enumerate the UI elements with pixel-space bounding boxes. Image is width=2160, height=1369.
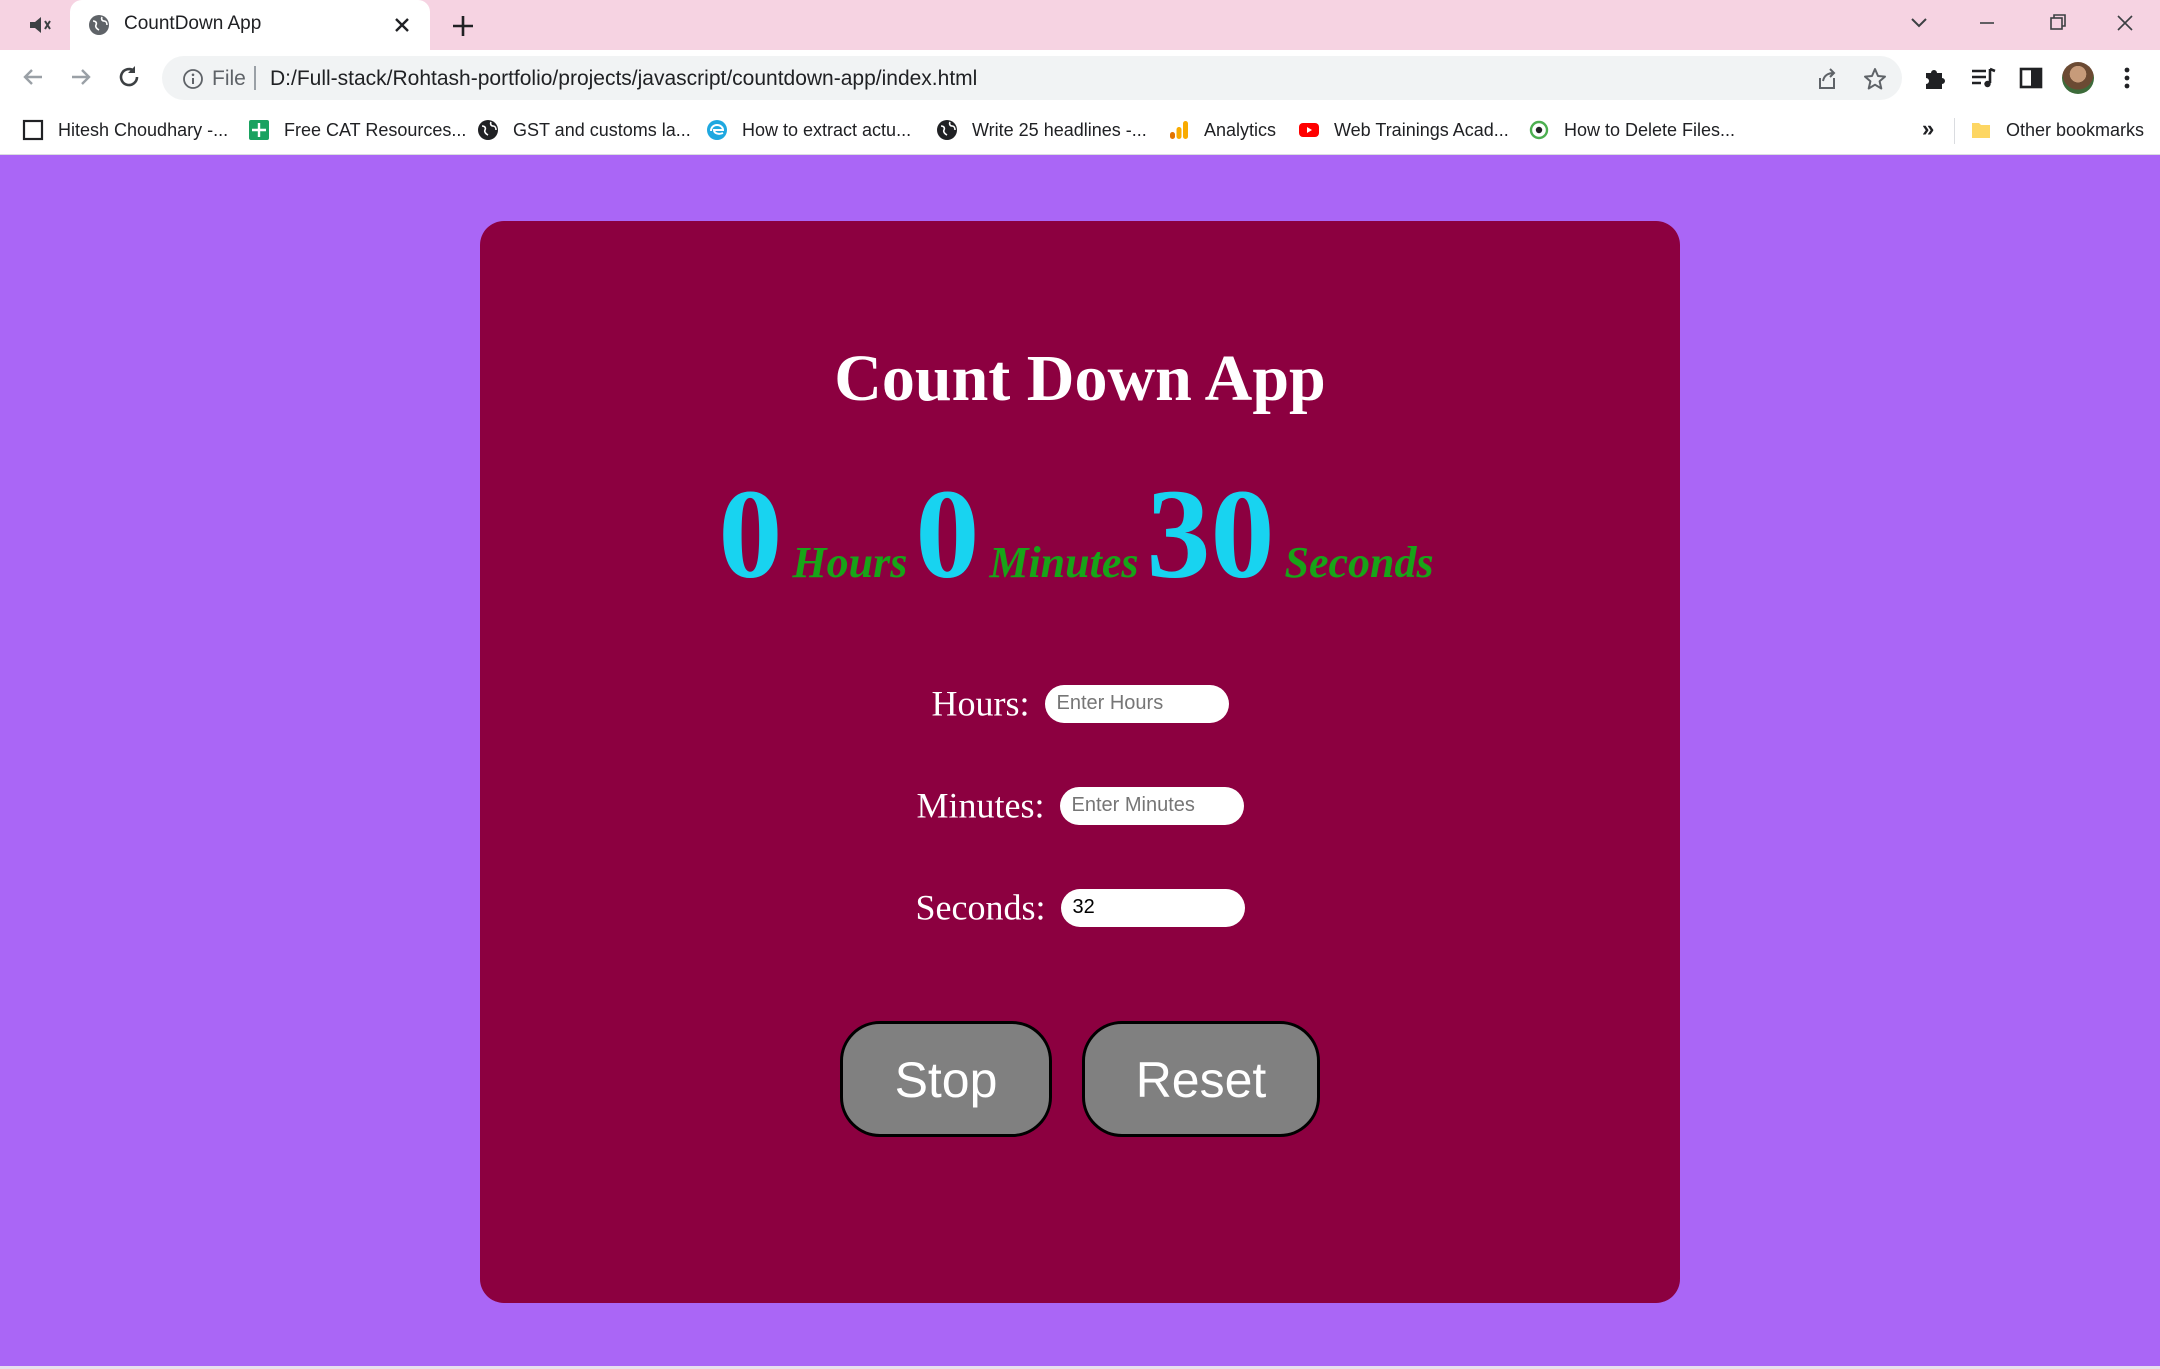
hours-unit-label: Hours <box>792 538 908 587</box>
active-tab[interactable]: CountDown App <box>70 0 430 50</box>
page-background: Count Down App 0 Hours0 Minutes30 Seconds H… <box>0 155 2160 1369</box>
bookmark-item[interactable]: Write 25 headlines -... <box>936 114 1147 146</box>
bookmarks-separator <box>1954 118 1955 144</box>
app-title: Count Down App <box>834 342 1326 415</box>
globe-icon <box>89 15 109 35</box>
checkbox-icon <box>22 119 44 141</box>
address-separator <box>254 66 256 90</box>
hours-field-row: Hours: <box>480 679 1680 725</box>
reset-button[interactable]: Reset <box>1082 1021 1320 1137</box>
hours-field-label: Hours: <box>931 683 1030 724</box>
info-icon[interactable] <box>182 68 204 90</box>
new-tab-icon[interactable] <box>450 13 476 39</box>
countdown-card: Count Down App 0 Hours0 Minutes30 Seconds H… <box>480 221 1680 1303</box>
restore-icon[interactable] <box>2042 10 2072 36</box>
other-bookmarks-label: Other bookmarks <box>2006 119 2145 140</box>
other-bookmarks-folder[interactable]: Other bookmarks <box>1970 114 2144 146</box>
folder-icon <box>1972 123 1990 138</box>
media-playlist-icon[interactable] <box>1968 63 1998 93</box>
hours-value: 0 <box>718 463 783 605</box>
minutes-field-label: Minutes: <box>916 785 1045 826</box>
bookmark-item[interactable]: How to Delete Files... <box>1528 114 1735 146</box>
bookmark-item[interactable]: Analytics <box>1168 114 1276 146</box>
seconds-unit-label: Seconds <box>1284 538 1434 587</box>
globe-icon <box>478 120 498 140</box>
target-icon <box>1529 120 1549 140</box>
tab-title: CountDown App <box>124 13 262 34</box>
extensions-puzzle-icon[interactable] <box>1920 63 1950 93</box>
minutes-value: 0 <box>915 463 980 605</box>
bookmark-label: How to Delete Files... <box>1564 119 1736 140</box>
youtube-icon <box>1299 123 1319 137</box>
minutes-field-row: Minutes: <box>480 781 1680 827</box>
bookmark-item[interactable]: Free CAT Resources... <box>248 114 466 146</box>
side-panel-icon[interactable] <box>2016 63 2046 93</box>
bookmark-item[interactable]: Web Trainings Acad... <box>1298 114 1509 146</box>
bookmark-item[interactable]: Hitesh Choudhary -... <box>22 114 228 146</box>
close-tab-icon[interactable] <box>392 15 412 35</box>
bookmark-label: Analytics <box>1204 119 1277 140</box>
address-bar[interactable]: File D:/Full-stack/Rohtash-portfolio/pro… <box>162 56 1902 100</box>
browser-toolbar: File D:/Full-stack/Rohtash-portfolio/pro… <box>0 50 2160 106</box>
seconds-input[interactable] <box>1060 888 1245 927</box>
tab-strip: CountDown App <box>0 0 2160 50</box>
profile-avatar[interactable] <box>2062 62 2094 94</box>
analytics-icon <box>1170 121 1188 139</box>
minutes-input[interactable] <box>1059 786 1244 825</box>
bookmark-label: Write 25 headlines -... <box>972 119 1147 140</box>
seconds-field-label: Seconds: <box>915 887 1046 928</box>
share-icon[interactable] <box>1814 66 1840 92</box>
minimize-icon[interactable] <box>1972 10 2002 36</box>
sheets-icon <box>249 120 269 140</box>
bookmark-label: GST and customs la... <box>513 119 691 140</box>
url-scheme-chip: File <box>212 67 246 90</box>
back-arrow-icon[interactable] <box>18 62 48 92</box>
timer-display: 0 Hours0 Minutes30 Seconds <box>480 461 1680 608</box>
bookmarks-bar: Hitesh Choudhary -... Free CAT Resources… <box>0 106 2160 155</box>
seconds-field-row: Seconds: <box>480 883 1680 929</box>
edge-icon <box>707 120 727 140</box>
more-bookmarks-chevron[interactable]: » <box>1922 116 1934 142</box>
stop-button[interactable]: Stop <box>840 1021 1052 1137</box>
speaker-mute-icon[interactable] <box>28 14 54 36</box>
bookmark-label: Hitesh Choudhary -... <box>58 119 229 140</box>
bookmark-label: Web Trainings Acad... <box>1334 119 1509 140</box>
seconds-value: 30 <box>1146 463 1275 605</box>
more-menu-icon[interactable] <box>2112 63 2142 93</box>
reload-icon[interactable] <box>114 62 144 92</box>
bookmark-item[interactable]: GST and customs la... <box>477 114 691 146</box>
bookmark-item[interactable]: How to extract actu... <box>706 114 911 146</box>
bookmark-label: How to extract actu... <box>742 119 912 140</box>
url-text[interactable]: D:/Full-stack/Rohtash-portfolio/projects… <box>270 67 977 91</box>
tab-search-chevron-icon[interactable] <box>1904 10 1934 36</box>
forward-arrow-icon[interactable] <box>66 62 96 92</box>
hours-input[interactable] <box>1044 684 1229 723</box>
bookmark-label: Free CAT Resources... <box>284 119 467 140</box>
bookmark-star-icon[interactable] <box>1862 66 1888 92</box>
close-window-icon[interactable] <box>2110 10 2140 36</box>
globe-icon <box>937 120 957 140</box>
minutes-unit-label: Minutes <box>989 538 1139 587</box>
